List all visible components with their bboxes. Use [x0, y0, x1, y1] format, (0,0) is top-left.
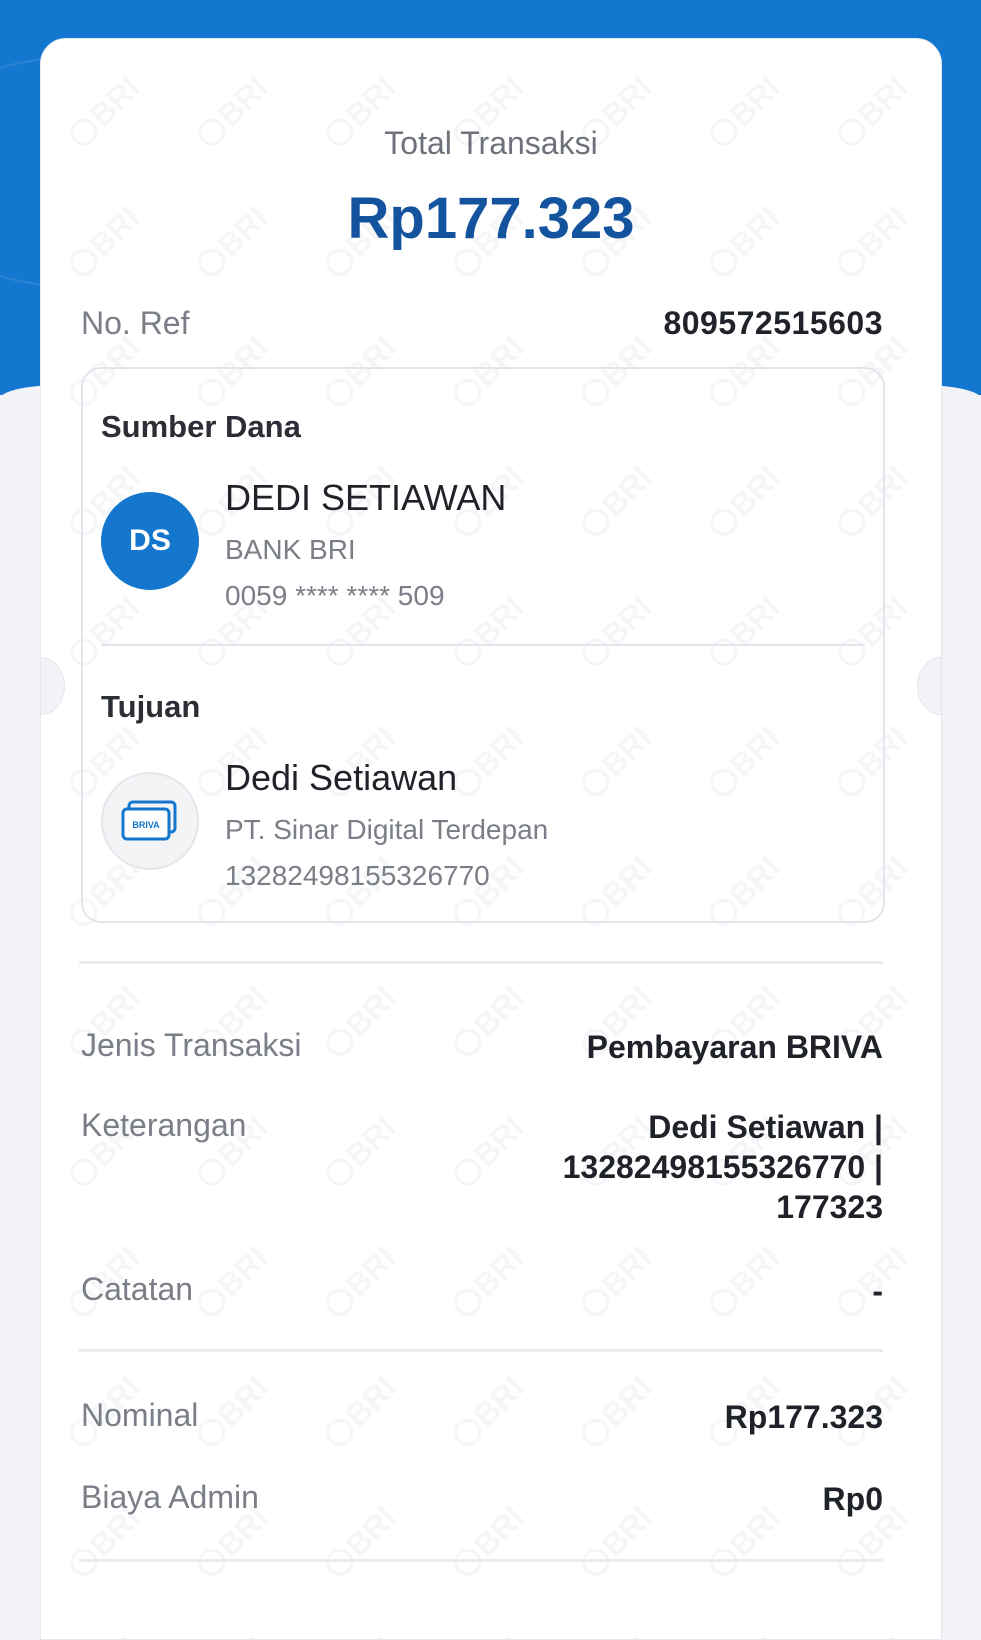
nominal-label: Nominal	[81, 1397, 199, 1433]
total-label: Total Transaksi	[384, 125, 598, 161]
description-line-3: 177323	[776, 1189, 883, 1225]
transaction-type-value: Pembayaran BRIVA	[586, 1029, 883, 1065]
note-label: Catatan	[81, 1271, 194, 1307]
source-account: 0059 **** **** 509	[225, 580, 445, 611]
note-row: Catatan -	[81, 1271, 883, 1311]
admin-fee-label: Biaya Admin	[81, 1479, 259, 1515]
destination-title: Tujuan	[101, 689, 201, 724]
nominal-row: Nominal Rp177.323	[81, 1397, 883, 1437]
description-label: Keterangan	[81, 1107, 247, 1143]
ref-label: No. Ref	[81, 305, 190, 341]
reference-row: No. Ref 809572515603	[81, 305, 883, 342]
briva-avatar: BRIVA	[101, 772, 199, 870]
card-divider	[101, 644, 865, 646]
description-row: Keterangan Dedi Setiawan | 1328249815532…	[81, 1107, 883, 1227]
destination-name: Dedi Setiawan	[225, 757, 458, 798]
briva-card-icon: BRIVA	[121, 800, 177, 841]
ref-value: 809572515603	[663, 305, 883, 341]
parties-card: Sumber Dana DS DEDI SETIAWAN BANK BRI 00…	[81, 367, 885, 923]
total-amount: Rp177.323	[347, 186, 635, 251]
receipt-card: BRI Total Transaksi Rp177.323 No. Ref 80…	[40, 38, 942, 1640]
description-line-2: 13282498155326770 |	[562, 1149, 883, 1185]
admin-fee-row: Biaya Admin Rp0	[81, 1479, 883, 1519]
transaction-type-row: Jenis Transaksi Pembayaran BRIVA	[81, 1027, 883, 1067]
briva-icon-label: BRIVA	[132, 820, 160, 830]
source-avatar: DS	[101, 492, 199, 590]
source-initials: DS	[129, 524, 171, 557]
section-divider	[79, 961, 883, 964]
admin-fee-value: Rp0	[822, 1481, 883, 1517]
source-name: DEDI SETIAWAN	[225, 477, 507, 518]
source-bank: BANK BRI	[225, 534, 356, 565]
destination-company: PT. Sinar Digital Terdepan	[225, 814, 549, 845]
transaction-type-label: Jenis Transaksi	[81, 1027, 302, 1063]
bottom-divider	[79, 1559, 883, 1562]
ticket-notch-left	[41, 657, 65, 715]
amount-divider	[79, 1349, 883, 1352]
ticket-notch-right	[917, 657, 941, 715]
note-value: -	[872, 1273, 883, 1309]
source-title: Sumber Dana	[101, 409, 301, 444]
description-line-1: Dedi Setiawan |	[648, 1109, 883, 1145]
nominal-value: Rp177.323	[724, 1399, 883, 1435]
description-value: Dedi Setiawan | 13282498155326770 | 1773…	[563, 1107, 883, 1227]
destination-number: 13282498155326770	[225, 860, 490, 891]
